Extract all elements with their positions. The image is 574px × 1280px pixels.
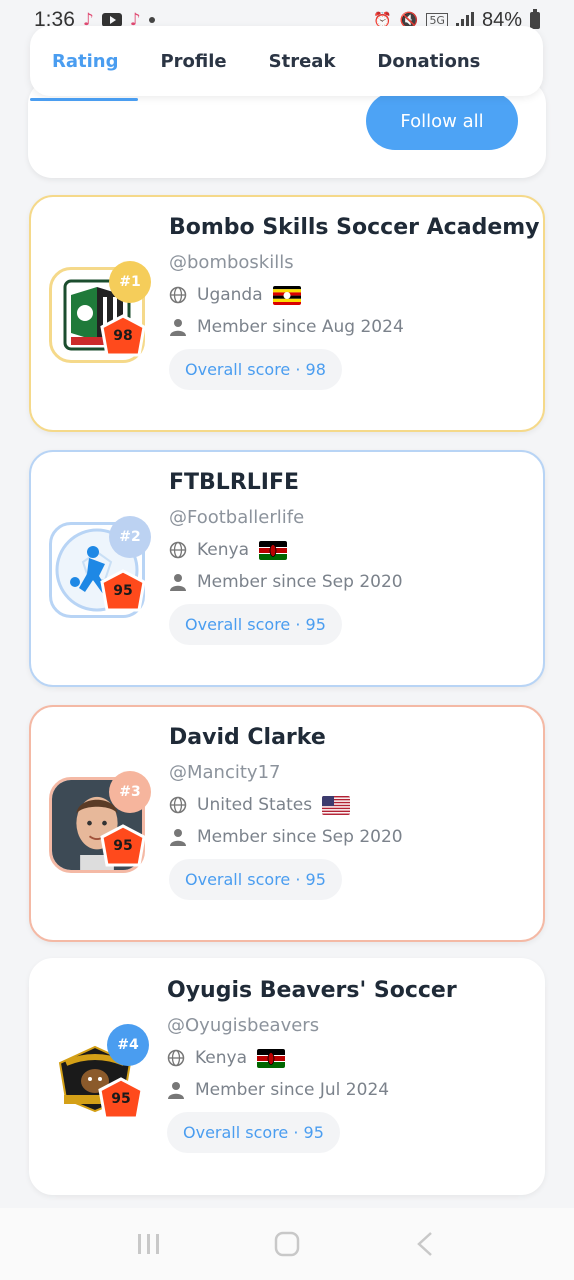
member-row: Member since Jul 2024 [167, 1080, 457, 1100]
rank-badge: #4 [107, 1024, 149, 1066]
user-info: Oyugis Beavers' Soccer @Oyugisbeavers Ke… [167, 978, 457, 1153]
score-badge: 95 [99, 568, 147, 616]
user-name[interactable]: Bombo Skills Soccer Academy [169, 215, 540, 240]
globe-icon [169, 796, 187, 814]
country-row: Kenya [169, 540, 403, 560]
recent-apps-icon [138, 1234, 159, 1254]
globe-icon [169, 286, 187, 304]
member-row: Member since Sep 2020 [169, 827, 403, 847]
user-handle: @Oyugisbeavers [167, 1015, 320, 1036]
battery-icon [530, 8, 540, 29]
avatar-wrap: #4 95 [47, 1024, 149, 1126]
tab-bar: Rating Profile Streak Donations [29, 26, 543, 101]
avatar-wrap: #3 95 [49, 771, 151, 873]
overall-score-pill: Overall score · 95 [167, 1112, 340, 1153]
avatar-wrap: #1 98 [49, 261, 151, 363]
overall-score-pill: Overall score · 95 [169, 604, 342, 645]
member-since: Member since Sep 2020 [197, 827, 403, 847]
system-nav-bar [0, 1208, 574, 1280]
user-name[interactable]: FTBLRLIFE [169, 470, 403, 495]
score-badge: 95 [97, 1076, 145, 1124]
member-row: Member since Sep 2020 [169, 572, 403, 592]
avatar-wrap: #2 95 [49, 516, 151, 618]
country-name: Kenya [195, 1048, 248, 1068]
overall-score-pill: Overall score · 95 [169, 859, 342, 900]
country-name: United States [197, 795, 313, 815]
member-row: Member since Aug 2024 [169, 317, 540, 337]
member-since: Member since Sep 2020 [197, 572, 403, 592]
tab-streak[interactable]: Streak [269, 43, 336, 80]
person-icon [169, 573, 187, 591]
country-row: Uganda [169, 285, 540, 305]
recent-apps-button[interactable] [129, 1224, 169, 1264]
youtube-icon [101, 13, 122, 27]
score-value: 95 [113, 583, 133, 599]
rank-badge: #3 [109, 771, 151, 813]
user-card[interactable]: #1 98 Bombo Skills Soccer Academy @bombo… [29, 195, 545, 432]
rank-badge: #2 [109, 516, 151, 558]
notification-dot-icon [148, 17, 155, 23]
overall-score-pill: Overall score · 98 [169, 349, 342, 390]
usa-flag-icon [322, 795, 351, 815]
follow-all-button[interactable]: Follow all [366, 92, 518, 150]
tab-rating[interactable]: Rating [29, 43, 140, 101]
home-button[interactable] [267, 1224, 307, 1264]
score-value: 95 [111, 1091, 131, 1107]
back-icon [417, 1232, 432, 1256]
user-handle: @bomboskills [169, 252, 294, 273]
user-handle: @Footballerlife [169, 507, 305, 528]
country-name: Kenya [197, 540, 250, 560]
person-icon [167, 1081, 185, 1099]
score-value: 95 [113, 838, 133, 854]
kenya-flag-icon [257, 1048, 286, 1068]
uganda-flag-icon [272, 285, 301, 305]
person-icon [169, 318, 187, 336]
user-card[interactable]: #2 95 FTBLRLIFE @Footballerlife Kenya Me… [29, 450, 545, 687]
kenya-flag-icon [259, 540, 288, 560]
score-badge: 95 [99, 823, 147, 871]
country-row: Kenya [167, 1048, 457, 1068]
user-card[interactable]: #3 95 David Clarke @Mancity17 United Sta… [29, 705, 545, 942]
member-since: Member since Jul 2024 [195, 1080, 390, 1100]
home-icon [274, 1231, 300, 1257]
member-since: Member since Aug 2024 [197, 317, 404, 337]
country-name: Uganda [197, 285, 263, 305]
user-info: David Clarke @Mancity17 United States Me… [169, 725, 403, 900]
tab-profile[interactable]: Profile [160, 43, 226, 80]
user-info: FTBLRLIFE @Footballerlife Kenya Member s… [169, 470, 403, 645]
tab-donations[interactable]: Donations [377, 43, 480, 80]
user-card[interactable]: #4 95 Oyugis Beavers' Soccer @Oyugisbeav… [29, 958, 545, 1195]
score-value: 98 [113, 328, 133, 344]
user-name[interactable]: Oyugis Beavers' Soccer [167, 978, 457, 1003]
score-badge: 98 [99, 313, 147, 361]
back-button[interactable] [405, 1224, 445, 1264]
globe-icon [167, 1049, 185, 1067]
country-row: United States [169, 795, 403, 815]
user-info: Bombo Skills Soccer Academy @bomboskills… [169, 215, 540, 390]
user-name[interactable]: David Clarke [169, 725, 403, 750]
person-icon [169, 828, 187, 846]
rank-badge: #1 [109, 261, 151, 303]
globe-icon [169, 541, 187, 559]
user-handle: @Mancity17 [169, 762, 281, 783]
